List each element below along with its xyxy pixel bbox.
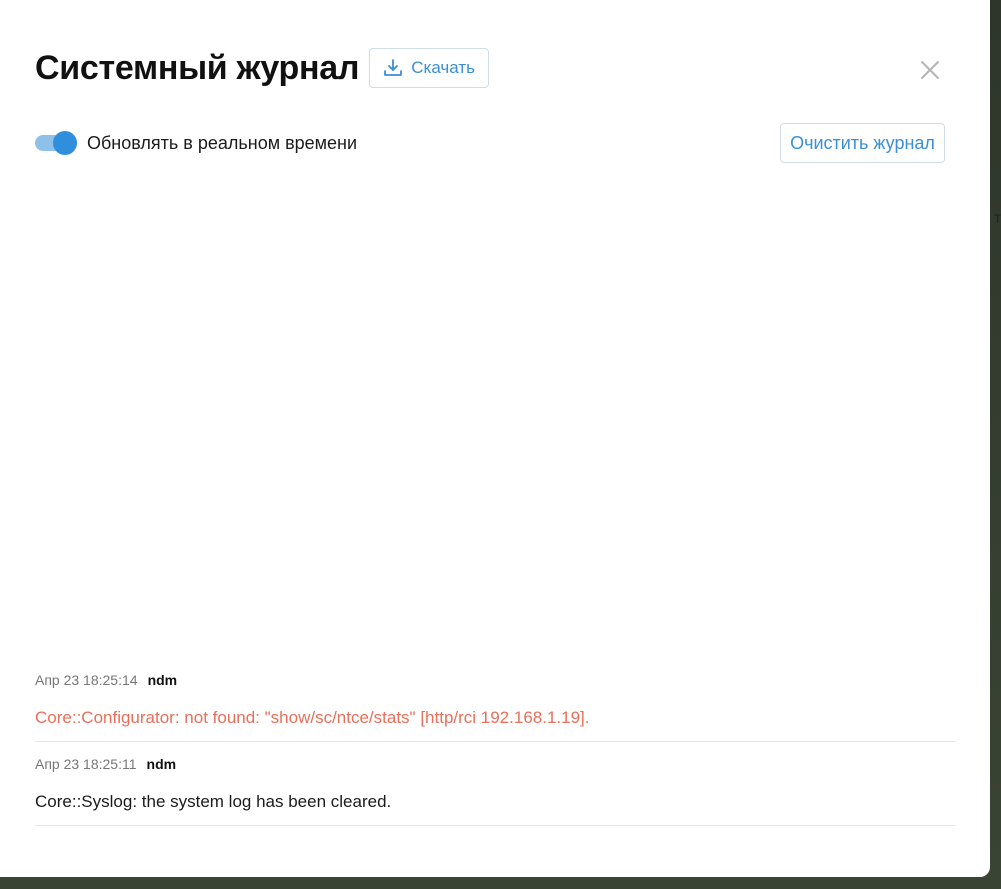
log-message: Core::Configurator: not found: "show/sc/… bbox=[35, 708, 590, 727]
background-text: т bbox=[994, 210, 1001, 227]
clear-log-button[interactable]: Очистить журнал bbox=[780, 123, 945, 163]
log-entry: Апр 23 18:25:14 ndm Core::Configurator: … bbox=[35, 658, 955, 742]
log-message: Core::Syslog: the system log has been cl… bbox=[35, 792, 392, 811]
log-source: ndm bbox=[146, 756, 177, 772]
log-meta: Апр 23 18:25:14 ndm bbox=[35, 672, 955, 688]
realtime-toggle-row: Обновлять в реальном времени bbox=[35, 130, 357, 156]
download-label: Скачать bbox=[411, 58, 476, 77]
realtime-toggle[interactable] bbox=[35, 130, 79, 156]
log-source: ndm bbox=[147, 672, 178, 688]
system-log-dialog: Системный журнал Скачать Обновлять в реа… bbox=[0, 0, 990, 877]
close-icon[interactable] bbox=[918, 58, 942, 82]
log-timestamp: Апр 23 18:25:11 bbox=[35, 756, 137, 772]
realtime-toggle-label: Обновлять в реальном времени bbox=[87, 132, 358, 153]
dialog-header: Системный журнал Скачать bbox=[35, 48, 490, 88]
log-list: Апр 23 18:25:14 ndm Core::Configurator: … bbox=[35, 658, 955, 826]
toggle-knob bbox=[53, 131, 77, 155]
log-meta: Апр 23 18:25:11 ndm bbox=[35, 756, 955, 772]
download-button[interactable]: Скачать bbox=[369, 48, 490, 88]
download-icon bbox=[383, 58, 403, 78]
dialog-title: Системный журнал bbox=[35, 48, 360, 87]
log-timestamp: Апр 23 18:25:14 bbox=[35, 672, 138, 688]
log-entry: Апр 23 18:25:11 ndm Core::Syslog: the sy… bbox=[35, 742, 955, 826]
